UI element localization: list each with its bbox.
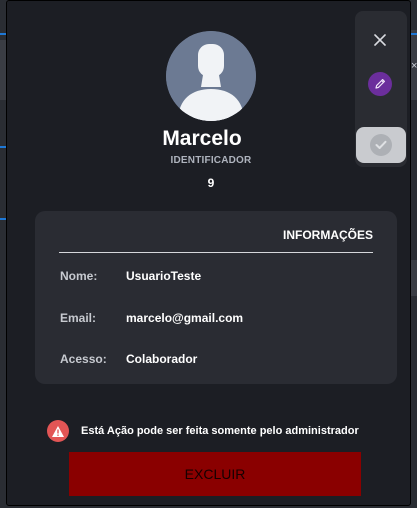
info-card: INFORMAÇÕES Nome: UsuarioTeste Email: ma… xyxy=(35,211,397,384)
edit-button[interactable] xyxy=(368,72,392,96)
info-card-title: INFORMAÇÕES xyxy=(283,228,373,242)
user-silhouette-icon xyxy=(166,31,256,121)
delete-button[interactable]: EXCLUIR xyxy=(69,452,361,496)
confirm-button[interactable] xyxy=(356,127,406,163)
warning-triangle-icon xyxy=(52,425,64,437)
background-close-glyph: × xyxy=(411,60,417,72)
access-value: Colaborador xyxy=(126,352,198,366)
avatar xyxy=(166,31,256,121)
check-icon xyxy=(375,140,387,149)
background-accent-line xyxy=(411,33,417,35)
action-panel xyxy=(355,11,407,167)
warning-icon xyxy=(47,420,69,442)
close-button[interactable] xyxy=(367,27,393,53)
info-card-divider xyxy=(59,252,373,253)
identifier-value: 9 xyxy=(207,176,215,190)
identifier-label: IDENTIFICADOR xyxy=(170,155,252,166)
email-label: Email: xyxy=(60,311,97,325)
email-value: marcelo@gmail.com xyxy=(126,311,244,325)
name-value: UsuarioTeste xyxy=(126,269,202,283)
user-details-modal: Marcelo IDENTIFICADOR 9 INFORMAÇÕES Nome… xyxy=(6,0,411,506)
name-label: Nome: xyxy=(60,269,98,283)
warning-text: Está Ação pode ser feita somente pelo ad… xyxy=(81,425,359,437)
pencil-icon xyxy=(375,79,385,89)
background-panel-right xyxy=(411,260,417,296)
close-icon xyxy=(374,34,386,46)
admin-warning: Está Ação pode ser feita somente pelo ad… xyxy=(47,419,359,443)
user-name: Marcelo xyxy=(162,127,242,150)
access-label: Acesso: xyxy=(60,352,107,366)
confirm-circle xyxy=(370,134,392,156)
